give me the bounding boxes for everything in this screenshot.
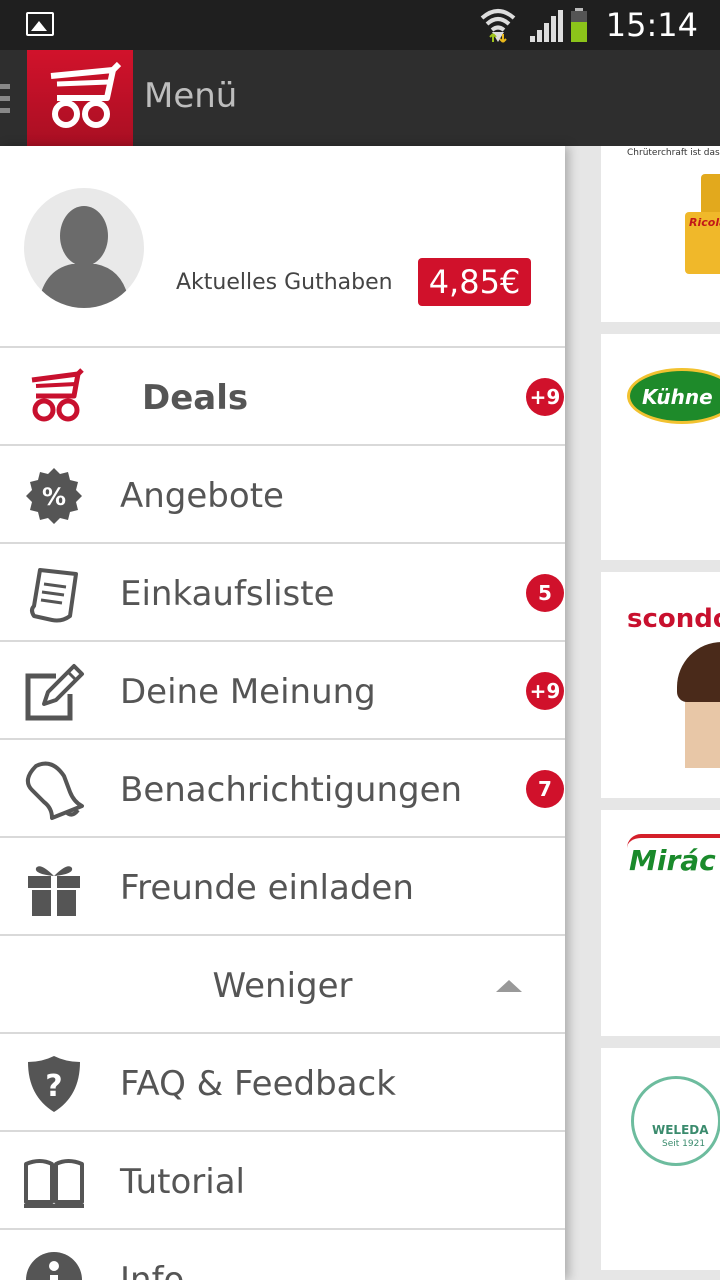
- app-logo[interactable]: [27, 50, 133, 146]
- menu-item-angebote[interactable]: % Angebote: [0, 446, 565, 544]
- weleda-logo: WELEDA Seit 1921: [631, 1076, 720, 1166]
- navigation-drawer: Aktuelles Guthaben 4,85€ Deals +9 % Ange…: [0, 146, 565, 1280]
- menu-item-label: FAQ & Feedback: [120, 1064, 396, 1104]
- menu-item-benachrichtigungen[interactable]: Benachrichtigungen 7: [0, 740, 565, 838]
- menu-item-faq-feedback[interactable]: ? FAQ & Feedback: [0, 1034, 565, 1132]
- menu-item-label: Tutorial: [120, 1162, 245, 1202]
- offer-card[interactable]: WELEDA Seit 1921: [601, 1048, 720, 1270]
- status-bar: 15:14: [0, 0, 720, 50]
- offer-card[interactable]: scondo: [601, 572, 720, 798]
- kuehne-logo: Kühne: [627, 368, 720, 424]
- cart-icon: [31, 368, 84, 422]
- menu-item-label: Deine Meinung: [120, 672, 376, 712]
- menu-item-label: Angebote: [120, 476, 284, 516]
- menu-item-label: Info: [120, 1260, 185, 1280]
- shopping-list-icon: [30, 568, 78, 623]
- drawer-toggle-icon[interactable]: [0, 84, 10, 114]
- svg-text:?: ?: [45, 1069, 62, 1104]
- page-title: Menü: [144, 76, 238, 116]
- wifi-icon: [480, 9, 516, 43]
- battery-icon: [571, 8, 587, 42]
- clock: 15:14: [605, 6, 698, 44]
- list-count-badge: 5: [526, 574, 564, 612]
- user-silhouette-icon: [38, 206, 130, 308]
- chevron-up-icon: [496, 980, 522, 992]
- menu-item-label: Freunde einladen: [120, 868, 414, 908]
- product-pack: Ricola: [685, 212, 720, 274]
- card-text: Chrüterchraft ist das Geheimn: [627, 148, 720, 158]
- info-icon: [26, 1252, 82, 1280]
- bell-icon: [25, 761, 84, 820]
- status-icons: [480, 8, 587, 43]
- show-less-toggle[interactable]: Weniger: [0, 936, 565, 1034]
- offer-card[interactable]: Chrüterchraft ist das Geheimn Ricola: [601, 146, 720, 322]
- edit-pencil-icon: [25, 664, 84, 721]
- action-bar: Menü: [0, 50, 720, 146]
- cart-icon: [50, 61, 122, 128]
- woman-photo: [677, 642, 720, 768]
- svg-text:%: %: [42, 483, 66, 511]
- menu-item-freunde-einladen[interactable]: Freunde einladen: [0, 838, 565, 936]
- menu-item-tutorial[interactable]: Tutorial: [0, 1132, 565, 1230]
- menu-item-info[interactable]: Info: [0, 1230, 565, 1280]
- menu-item-label: Einkaufsliste: [120, 574, 335, 614]
- menu-item-label: Benachrichtigungen: [120, 770, 463, 810]
- miracel-logo: Mirác: [629, 844, 716, 877]
- menu-item-einkaufsliste[interactable]: Einkaufsliste 5: [0, 544, 565, 642]
- deals-count-badge: +9: [526, 378, 564, 416]
- offers-list-background: Chrüterchraft ist das Geheimn Ricola Küh…: [565, 146, 720, 1280]
- percent-badge-icon: %: [26, 468, 82, 524]
- scondo-logo: scondo: [627, 604, 720, 634]
- book-icon: [24, 1159, 84, 1208]
- menu-item-label: Deals: [142, 378, 249, 418]
- offer-card[interactable]: Mirác: [601, 810, 720, 1036]
- offer-card[interactable]: Kühne: [601, 334, 720, 560]
- balance-value: 4,85€: [418, 258, 531, 306]
- avatar[interactable]: [24, 188, 144, 308]
- opinion-count-badge: +9: [526, 672, 564, 710]
- notifications-count-badge: 7: [526, 770, 564, 808]
- balance-label: Aktuelles Guthaben: [176, 270, 393, 295]
- toggle-label: Weniger: [212, 966, 353, 1006]
- gift-icon: [28, 866, 80, 916]
- menu-item-deals[interactable]: Deals +9: [0, 348, 565, 446]
- image-notification-icon: [26, 12, 54, 36]
- profile-header: Aktuelles Guthaben 4,85€: [0, 146, 565, 348]
- shield-question-icon: ?: [28, 1056, 80, 1112]
- menu-item-deine-meinung[interactable]: Deine Meinung +9: [0, 642, 565, 740]
- signal-icon: [530, 10, 563, 42]
